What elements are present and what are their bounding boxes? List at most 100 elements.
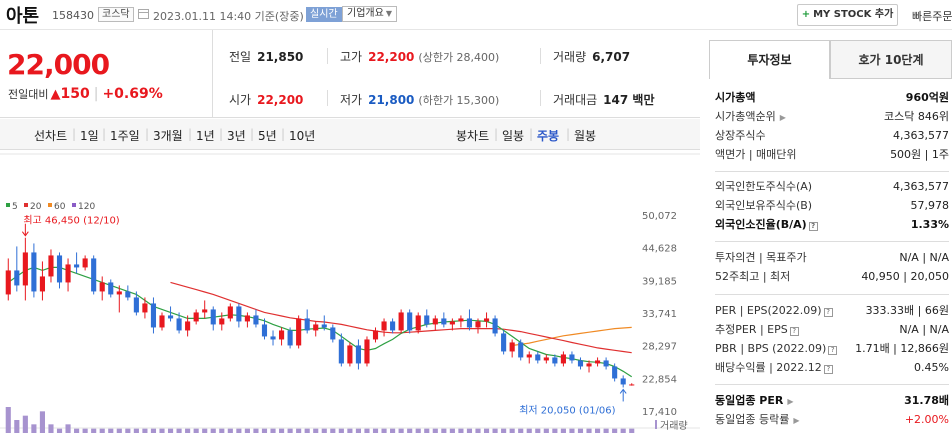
price-chart[interactable]: 5 20 60 120 50,072 44,628 39,185 33,741 28,297 22… xyxy=(0,150,700,433)
stat-volume: 거래량 6,707 xyxy=(553,50,631,64)
row-52week: 52주최고 | 최저 40,950 | 20,050 xyxy=(715,270,949,283)
volume-bar xyxy=(244,428,250,433)
candle-body xyxy=(313,324,319,331)
live-badge[interactable]: 실시간 xyxy=(306,7,342,22)
volume-bar xyxy=(142,428,148,433)
candle-body xyxy=(612,366,618,379)
arrow-right-icon[interactable]: ▶ xyxy=(780,113,786,122)
candle-body xyxy=(415,315,421,331)
candle-body xyxy=(390,321,396,331)
candle-body xyxy=(407,312,413,331)
period-5y[interactable]: 5년 xyxy=(258,127,277,144)
divider: | xyxy=(72,127,77,141)
stock-code: 158430 xyxy=(52,9,94,22)
volume-bar xyxy=(227,428,233,433)
add-mystock-button[interactable]: + MY STOCK 추가 xyxy=(797,4,898,26)
line-chart-label: 선차트 xyxy=(34,129,68,143)
candle-body xyxy=(65,264,71,283)
candle-body xyxy=(167,315,174,319)
price-summary: 22,000 전일대비 ▲150 | +0.69% 전일 21,850 고가 22,200… xyxy=(0,30,700,118)
volume-bar xyxy=(552,428,558,433)
company-overview-label: 기업개요 xyxy=(347,8,384,19)
row-market-cap: 시가총액 960억원 xyxy=(715,91,949,104)
volume-bar xyxy=(330,428,336,433)
period-3y[interactable]: 3년 xyxy=(227,127,246,144)
legend-swatch-120 xyxy=(72,203,76,207)
candle-body xyxy=(364,339,370,364)
candle-body xyxy=(347,345,353,364)
period-1w[interactable]: 1주일 xyxy=(110,127,140,144)
help-icon[interactable]: ? xyxy=(823,308,833,317)
volume-bar xyxy=(372,428,379,433)
info-tabs: 투자정보 호가 10단계 xyxy=(709,40,952,80)
volume-bar xyxy=(125,428,131,433)
high-annotation: 최고 46,450 (12/10) xyxy=(23,215,119,227)
divider: | xyxy=(145,127,150,141)
candle-body xyxy=(270,336,276,340)
volume-bar xyxy=(22,415,28,433)
candle-body xyxy=(586,363,592,367)
volume-bar xyxy=(91,428,97,433)
candle-body xyxy=(219,318,225,325)
volume-bar xyxy=(535,428,541,433)
volume-bar xyxy=(466,428,473,433)
company-overview-dropdown[interactable]: 기업개요 ▼ xyxy=(342,6,397,22)
legend-label-20: 20 xyxy=(30,202,42,212)
tab-invest-info[interactable]: 투자정보 xyxy=(709,40,830,79)
volume-bar xyxy=(321,428,327,433)
volume-bar xyxy=(202,428,208,433)
volume-bar xyxy=(304,428,310,433)
help-icon[interactable]: ? xyxy=(823,365,833,374)
row-est-per: 추정PER | EPS? N/A | N/A xyxy=(715,323,949,336)
arrow-right-icon[interactable]: ▶ xyxy=(787,397,793,406)
period-1d[interactable]: 1일 xyxy=(80,127,99,144)
arrow-right-icon[interactable]: ▶ xyxy=(793,416,799,425)
candle-body xyxy=(398,312,404,331)
help-icon[interactable]: ? xyxy=(808,222,818,231)
period-1y[interactable]: 1년 xyxy=(196,127,215,144)
tab-quote10[interactable]: 호가 10단계 xyxy=(830,40,952,79)
candle-body xyxy=(466,318,473,328)
volume-bar xyxy=(620,428,626,433)
add-mystock-label: MY STOCK 추가 xyxy=(813,9,894,20)
period-10y[interactable]: 10년 xyxy=(289,127,315,144)
stock-header: 아톤 158430 코스닥 2023.01.11 14:40 기준(장중) 실시… xyxy=(0,0,952,30)
volume-bar xyxy=(150,428,157,433)
help-icon[interactable]: ? xyxy=(828,346,838,355)
volume-bar xyxy=(603,428,609,433)
candle-body xyxy=(74,264,80,268)
volume-bar xyxy=(407,428,413,433)
quick-order-link[interactable]: 빠른주문 xyxy=(912,8,952,24)
candlestick-chart: 5 20 60 120 50,072 44,628 39,185 33,741 28,297 22… xyxy=(0,153,700,433)
period-3m[interactable]: 3개월 xyxy=(153,127,183,144)
candle-monthly[interactable]: 월봉 xyxy=(574,127,596,144)
legend-label-60: 60 xyxy=(54,202,66,212)
volume-bar xyxy=(458,428,464,433)
candle-body xyxy=(142,303,148,313)
volume-bar xyxy=(176,428,182,433)
candle-weekly[interactable]: 주봉 xyxy=(537,127,559,144)
help-icon[interactable]: ? xyxy=(789,327,799,336)
candle-daily[interactable]: 일봉 xyxy=(502,127,524,144)
volume-bar xyxy=(5,407,11,433)
candle-body xyxy=(518,342,524,358)
candle-body xyxy=(210,309,216,325)
volume-bar xyxy=(586,428,592,433)
candle-body xyxy=(227,306,233,319)
candle-body xyxy=(372,330,379,340)
candle-body xyxy=(253,315,259,325)
candle-body xyxy=(552,357,558,364)
row-shares: 상장주식수 4,363,577 xyxy=(715,129,949,142)
stat-prev-close: 전일 21,850 xyxy=(229,50,304,64)
volume-label: 거래량 xyxy=(660,420,688,432)
divider: | xyxy=(102,127,107,141)
volume-bar xyxy=(253,428,259,433)
candle-body xyxy=(39,276,45,292)
calendar-icon xyxy=(138,9,149,19)
volume-bar xyxy=(108,428,114,433)
volume-bar xyxy=(39,411,45,433)
candle-body xyxy=(321,324,327,328)
y-tick-label: 44,628 xyxy=(642,244,677,255)
candle-chart-label: 봉차트 xyxy=(456,129,490,143)
volume-bar xyxy=(424,428,430,433)
